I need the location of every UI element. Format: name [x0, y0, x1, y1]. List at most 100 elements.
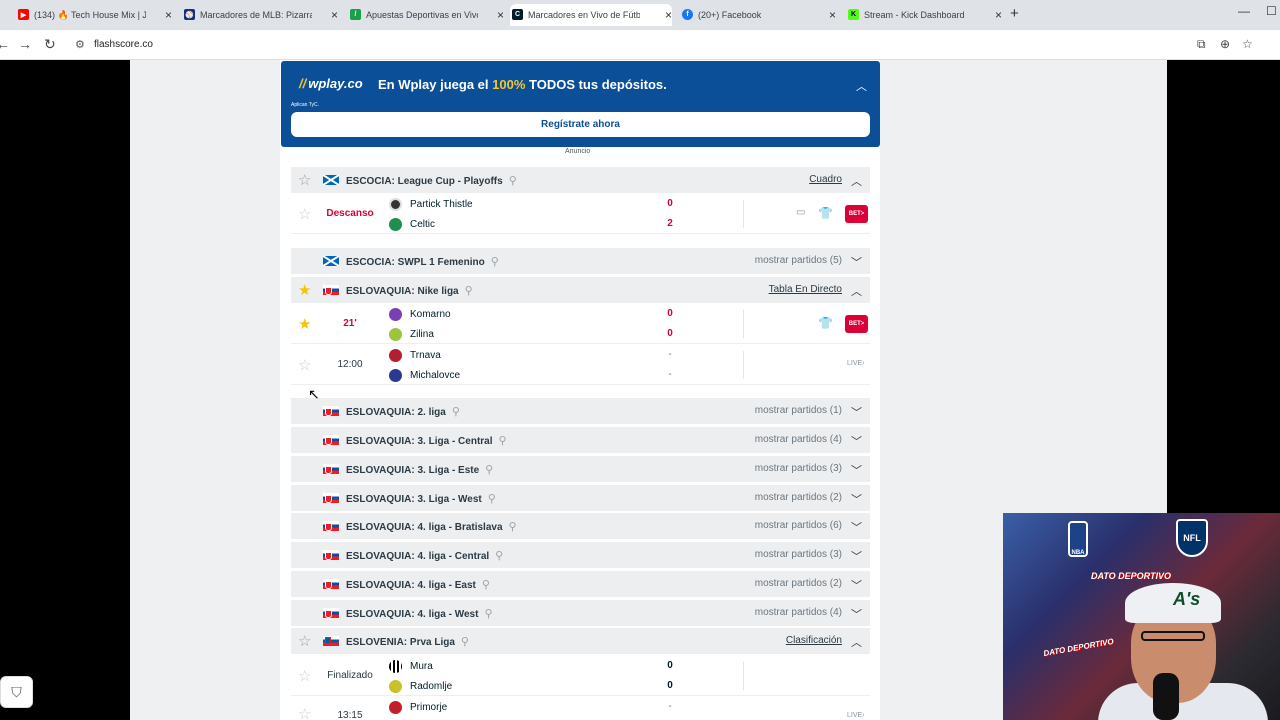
new-tab-icon[interactable]: +: [1010, 5, 1019, 22]
chevron-up-icon[interactable]: ︿: [851, 634, 862, 650]
star-icon[interactable]: ☆: [298, 205, 311, 223]
chevron-down-icon[interactable]: ﹀: [851, 254, 862, 270]
pin-icon[interactable]: ⚲: [482, 579, 490, 591]
pin-icon[interactable]: ⚲: [509, 521, 517, 533]
pin-icon[interactable]: ⚲: [491, 256, 499, 268]
close-icon[interactable]: ×: [497, 8, 504, 22]
chevron-down-icon[interactable]: ﹀: [851, 433, 862, 449]
match-status: 21': [343, 318, 357, 329]
league-action[interactable]: Cuadro: [809, 174, 842, 185]
chevron-up-icon[interactable]: ︿: [851, 173, 862, 189]
live-link[interactable]: LIVE›: [847, 712, 865, 719]
reload-icon[interactable]: ↻: [44, 36, 56, 53]
forward-icon[interactable]: →: [18, 36, 32, 52]
star-icon[interactable]: ☆: [298, 632, 311, 650]
home-team: Mura: [389, 660, 433, 673]
show-matches-link[interactable]: mostrar partidos (3): [755, 549, 842, 560]
tab-facebook[interactable]: f (20+) Facebook ×: [680, 4, 836, 26]
tab-kick[interactable]: K Stream - Kick Dashboard ×: [846, 4, 1002, 26]
league-header[interactable]: ESLOVAQUIA: 4. liga - Central ⚲ mostrar p…: [291, 542, 870, 568]
star-icon[interactable]: ☆: [298, 705, 311, 720]
league-header[interactable]: ESLOVAQUIA: 4. liga - Bratislava ⚲ mostra…: [291, 513, 870, 539]
pin-icon[interactable]: ⚲: [499, 435, 507, 447]
bet-button[interactable]: BET>: [845, 315, 868, 333]
show-matches-link[interactable]: mostrar partidos (4): [755, 434, 842, 445]
league-header[interactable]: ESLOVAQUIA: 3. Liga - West ⚲ mostrar part…: [291, 485, 870, 511]
chevron-up-icon[interactable]: ︿: [851, 283, 862, 299]
star-icon[interactable]: ☆: [298, 356, 311, 374]
star-icon[interactable]: ☆: [298, 171, 311, 189]
show-matches-link[interactable]: mostrar partidos (3): [755, 463, 842, 474]
close-icon[interactable]: ×: [995, 8, 1002, 22]
chevron-down-icon[interactable]: ﹀: [851, 606, 862, 622]
league-header[interactable]: ESLOVAQUIA: 4. liga - West ⚲ mostrar part…: [291, 600, 870, 626]
show-matches-link[interactable]: mostrar partidos (2): [755, 578, 842, 589]
match-row[interactable]: ☆ 13:15 Primorje - LIVE›: [291, 697, 870, 720]
league-header[interactable]: ESLOVAQUIA: 2. liga ⚲ mostrar partidos (1…: [291, 398, 870, 424]
match-row[interactable]: ★ 21' Komarno Zilina 0 0 👕 BET>: [291, 304, 870, 344]
nfl-logo: NFL: [1176, 519, 1208, 557]
match-row[interactable]: ☆ Descanso Partick Thistle Celtic 0 2 ▭ …: [291, 194, 870, 234]
league-header[interactable]: ESLOVAQUIA: 3. Liga - Este ⚲ mostrar part…: [291, 456, 870, 482]
lineup-shirt-icon[interactable]: 👕: [818, 206, 833, 220]
pin-icon[interactable]: ⚲: [509, 175, 517, 187]
close-icon[interactable]: ×: [665, 8, 672, 22]
pin-icon[interactable]: ⚲: [488, 493, 496, 505]
maximize-icon[interactable]: ☐: [1266, 4, 1277, 18]
league-header[interactable]: ESLOVAQUIA: 4. liga - East ⚲ mostrar part…: [291, 571, 870, 597]
chevron-down-icon[interactable]: ﹀: [851, 404, 862, 420]
show-matches-link[interactable]: mostrar partidos (1): [755, 405, 842, 416]
pin-icon[interactable]: ⚲: [495, 550, 503, 562]
chevron-down-icon[interactable]: ﹀: [851, 491, 862, 507]
tv-icon[interactable]: ▭: [796, 207, 805, 218]
pin-icon[interactable]: ⚲: [465, 285, 473, 297]
show-matches-link[interactable]: mostrar partidos (2): [755, 492, 842, 503]
star-icon[interactable]: ★: [298, 281, 311, 299]
site-info-icon[interactable]: ⚙: [75, 38, 85, 51]
privacy-shield-icon[interactable]: ⛉: [0, 676, 33, 708]
league-header[interactable]: ☆ ESLOVENIA: Prva Liga ⚲ Clasificación ︿: [291, 628, 870, 654]
chevron-down-icon[interactable]: ﹀: [851, 519, 862, 535]
lineup-shirt-icon[interactable]: 👕: [818, 316, 833, 330]
chevron-down-icon[interactable]: ﹀: [851, 577, 862, 593]
pin-icon[interactable]: ⚲: [461, 636, 469, 648]
wplay-logo: //wplay.co: [299, 76, 363, 91]
star-icon[interactable]: ★: [298, 315, 311, 333]
league-header[interactable]: ESCOCIA: SWPL 1 Femenino ⚲ mostrar partid…: [291, 248, 870, 274]
register-button[interactable]: Regístrate ahora: [291, 112, 870, 137]
minimize-icon[interactable]: —: [1238, 4, 1250, 18]
bet-button[interactable]: BET>: [845, 205, 868, 223]
pin-icon[interactable]: ⚲: [452, 406, 460, 418]
chevron-down-icon[interactable]: ﹀: [851, 462, 862, 478]
chevron-down-icon[interactable]: ﹀: [851, 548, 862, 564]
league-action[interactable]: Clasificación: [786, 635, 842, 646]
league-header[interactable]: ESLOVAQUIA: 3. Liga - Central ⚲ mostrar p…: [291, 427, 870, 453]
match-row[interactable]: ☆ 12:00 Trnava Michalovce - - LIVE›: [291, 345, 870, 385]
ad-banner[interactable]: //wplay.co Aplican TyC. En Wplay juega e…: [281, 61, 880, 147]
show-matches-link[interactable]: mostrar partidos (6): [755, 520, 842, 531]
star-icon[interactable]: ☆: [298, 667, 311, 685]
league-header[interactable]: ★ ESLOVAQUIA: Nike liga ⚲ Tabla En Direct…: [291, 277, 870, 303]
chevron-up-icon[interactable]: ︿: [856, 78, 867, 94]
url-field[interactable]: flashscore.co: [94, 39, 153, 50]
back-icon[interactable]: ←: [0, 36, 10, 52]
tab-youtube[interactable]: ▶ (134) 🔥 Tech House Mix | Janu ×: [16, 4, 172, 26]
install-icon[interactable]: ⧉: [1197, 37, 1206, 52]
tab-mlb[interactable]: ⚾ Marcadores de MLB: Pizarra, Re ×: [182, 4, 338, 26]
tab-apuestas[interactable]: / Apuestas Deportivas en Vivo | A ×: [348, 4, 504, 26]
zoom-icon[interactable]: ⊕: [1220, 37, 1230, 51]
league-action[interactable]: Tabla En Directo: [769, 284, 842, 295]
league-header[interactable]: ☆ ESCOCIA: League Cup - Playoffs ⚲ Cuadro…: [291, 167, 870, 193]
close-icon[interactable]: ×: [165, 8, 172, 22]
show-matches-link[interactable]: mostrar partidos (5): [755, 255, 842, 266]
close-icon[interactable]: ×: [829, 8, 836, 22]
match-status: 13:15: [337, 710, 363, 720]
bookmark-star-icon[interactable]: ☆: [1242, 37, 1253, 51]
pin-icon[interactable]: ⚲: [485, 464, 493, 476]
show-matches-link[interactable]: mostrar partidos (4): [755, 607, 842, 618]
close-icon[interactable]: ×: [331, 8, 338, 22]
pin-icon[interactable]: ⚲: [484, 608, 492, 620]
tab-flashscore[interactable]: C Marcadores en Vivo de Fútbol, ×: [510, 4, 672, 26]
live-link[interactable]: LIVE›: [847, 360, 865, 367]
match-row[interactable]: ☆ Finalizado Mura Radomlje 0 0: [291, 656, 870, 696]
